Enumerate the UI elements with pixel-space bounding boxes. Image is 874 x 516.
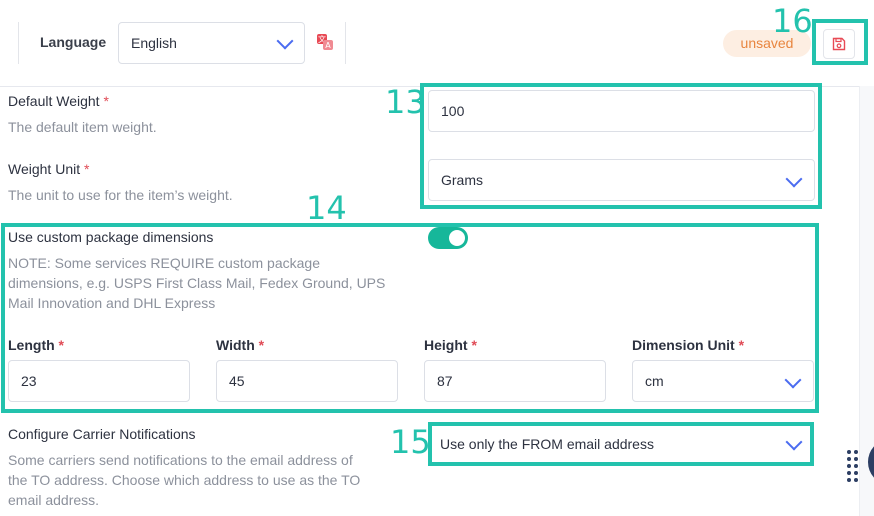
length-value: 23 [21, 373, 37, 389]
annotation-box-weight [420, 83, 822, 209]
custom-dimensions-toggle[interactable] [428, 227, 468, 249]
length-input[interactable]: 23 [8, 360, 190, 402]
grip-dots-icon[interactable] [845, 448, 861, 484]
translate-icon[interactable]: 文 A [316, 33, 334, 51]
width-label: Width * [216, 337, 265, 353]
dimension-unit-select[interactable]: cm [632, 360, 814, 402]
svg-text:A: A [325, 41, 331, 50]
custom-dimensions-label: Use custom package dimensions [8, 229, 214, 245]
dimension-unit-value: cm [645, 373, 664, 389]
annotation-number-save: 16 [772, 2, 813, 40]
toolbar-divider [345, 22, 346, 64]
carrier-notifications-help: Some carriers send notifications to the … [8, 452, 361, 508]
toggle-knob [449, 230, 465, 246]
language-select-value: English [131, 35, 177, 51]
width-input[interactable]: 45 [216, 360, 398, 402]
weight-unit-help: The unit to use for the item’s weight. [8, 187, 233, 203]
annotation-box-save [812, 19, 868, 65]
annotation-number-weight: 13 [385, 83, 426, 121]
chevron-down-icon [785, 433, 803, 451]
height-input[interactable]: 87 [424, 360, 606, 402]
default-weight-label: Default Weight * [8, 93, 109, 109]
carrier-notifications-select[interactable]: Use only the FROM email address [432, 426, 810, 462]
height-value: 87 [437, 373, 453, 389]
height-label: Height * [424, 337, 477, 353]
language-select[interactable]: English [118, 22, 305, 64]
dimension-unit-label: Dimension Unit * [632, 337, 745, 353]
annotation-number-carrier: 15 [390, 423, 431, 461]
chevron-down-icon [784, 371, 802, 389]
width-value: 45 [229, 373, 245, 389]
weight-unit-label: Weight Unit * [8, 161, 90, 177]
length-label: Length * [8, 337, 64, 353]
chevron-down-icon [276, 32, 294, 50]
annotation-number-dimensions: 14 [306, 189, 347, 227]
default-weight-help: The default item weight. [8, 119, 157, 135]
carrier-notifications-value: Use only the FROM email address [440, 436, 654, 452]
toolbar-divider [18, 22, 19, 64]
language-label: Language [40, 34, 107, 50]
carrier-notifications-label: Configure Carrier Notifications [8, 426, 196, 442]
custom-dimensions-note: NOTE: Some services REQUIRE custom packa… [8, 255, 386, 311]
